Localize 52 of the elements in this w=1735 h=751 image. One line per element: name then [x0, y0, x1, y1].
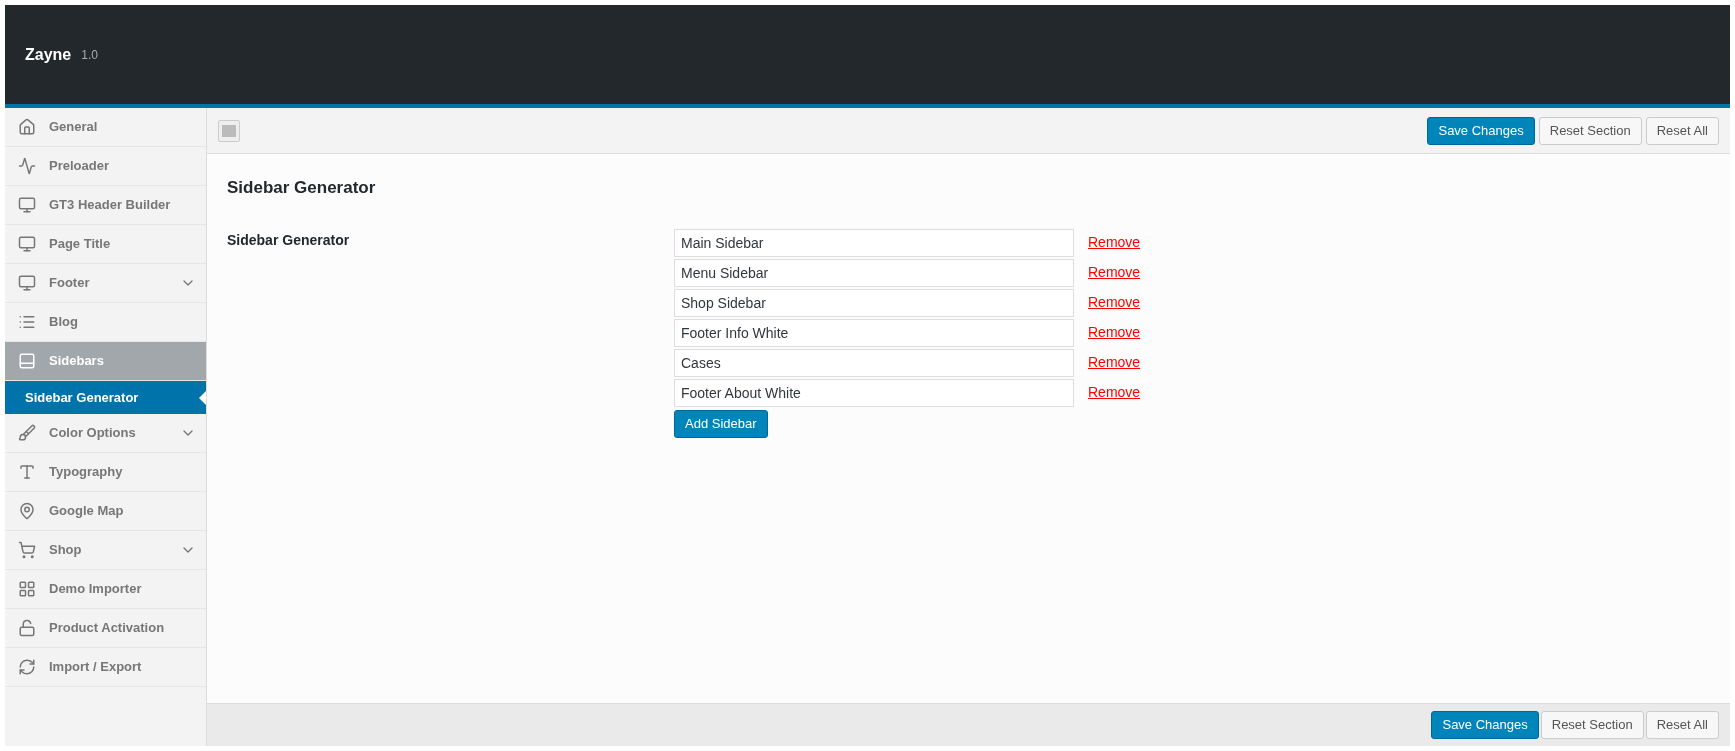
sidebar-item[interactable]: Demo Importer [5, 570, 206, 609]
remove-link[interactable]: Remove [1088, 382, 1141, 403]
sidebar-item[interactable]: General [5, 108, 206, 147]
remove-link[interactable]: Remove [1088, 352, 1141, 373]
sidebar-name-input[interactable]: Shop Sidebar [674, 288, 1074, 317]
add-sidebar-button[interactable]: Add Sidebar [674, 409, 768, 438]
monitor-icon [18, 196, 36, 214]
sidebar-item[interactable]: Google Map [5, 492, 206, 531]
save-changes-button[interactable]: Save Changes [1427, 116, 1535, 145]
sidebar-name-input[interactable]: Menu Sidebar [674, 258, 1074, 287]
sidebar-item[interactable]: Sidebars [5, 342, 206, 381]
monitor-icon [18, 274, 36, 292]
cart-icon [18, 541, 36, 559]
save-changes-button[interactable]: Save Changes [1431, 711, 1539, 739]
sidebar-item[interactable]: Typography [5, 453, 206, 492]
refresh-icon [18, 658, 36, 676]
theme-version: 1.0 [81, 46, 98, 64]
sidebar-item[interactable]: Product Activation [5, 609, 206, 648]
remove-link[interactable]: Remove [1088, 262, 1141, 283]
sidebar-item[interactable]: Import / Export [5, 648, 206, 687]
sidebar-item[interactable]: Color Options [5, 414, 206, 453]
sidebar-name-input[interactable]: Cases [674, 348, 1074, 377]
chart-icon [18, 157, 36, 175]
sidebar-item[interactable]: Footer [5, 264, 206, 303]
section-title: Sidebar Generator [227, 177, 377, 199]
sidebar-item[interactable]: Preloader [5, 147, 206, 186]
sidebar-subitem[interactable]: Sidebar Generator [5, 381, 206, 414]
reset-button[interactable]: Reset All [1645, 116, 1719, 145]
unlock-icon [18, 619, 36, 637]
remove-link[interactable]: Remove [1088, 322, 1141, 343]
remove-link[interactable]: Remove [1088, 292, 1141, 313]
grid-icon [18, 580, 36, 598]
brush-icon [18, 424, 36, 442]
remove-link[interactable]: Remove [1088, 232, 1141, 253]
reset-button[interactable]: Reset All [1645, 711, 1719, 739]
sidebar-name-input[interactable]: Main Sidebar [674, 228, 1074, 257]
sidebar-name-input[interactable]: Footer About White [674, 378, 1074, 407]
theme-name: Zayne [25, 44, 72, 65]
typography-icon [18, 463, 36, 481]
sidebar-item[interactable]: Page Title [5, 225, 206, 264]
reset-button[interactable]: Reset Section [1538, 116, 1642, 145]
sidebar-name-input[interactable]: Footer Info White [674, 318, 1074, 347]
layout-toggle-icon[interactable] [218, 119, 240, 142]
home-icon [18, 118, 36, 136]
field-label: Sidebar Generator [227, 230, 351, 250]
sidebar-item[interactable]: GT3 Header Builder [5, 186, 206, 225]
sidebar-item[interactable]: Shop [5, 531, 206, 570]
panel-icon [18, 352, 36, 370]
list-icon [18, 313, 36, 331]
reset-button[interactable]: Reset Section [1540, 711, 1644, 739]
monitor-icon [18, 235, 36, 253]
map-pin-icon [18, 502, 36, 520]
